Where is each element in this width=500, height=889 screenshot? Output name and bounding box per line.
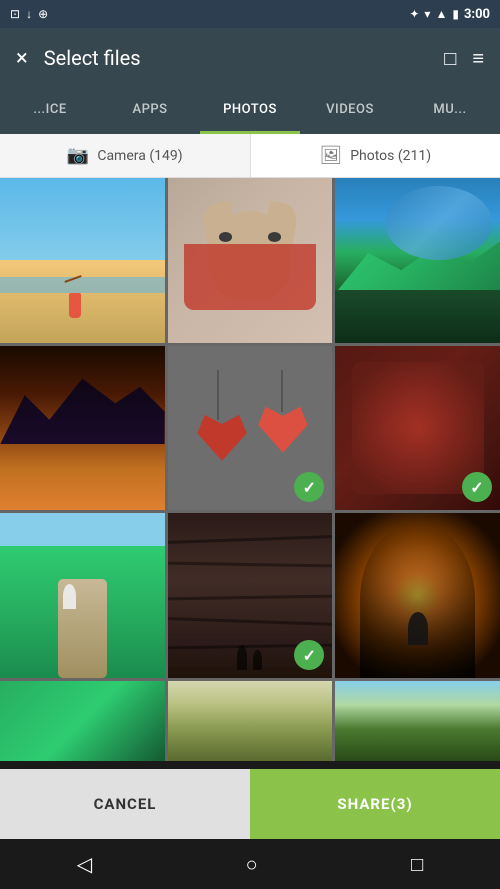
album-selector: 📷 Camera (149) 🖼 Photos (211) bbox=[0, 134, 500, 178]
photo-cell[interactable]: ✓ bbox=[168, 513, 333, 678]
photo-cell[interactable]: ✓ bbox=[168, 346, 333, 511]
cancel-button[interactable]: CANCEL bbox=[0, 769, 250, 839]
photo-mountain bbox=[335, 178, 500, 343]
header-actions: □ ≡ bbox=[444, 46, 484, 71]
photo-cell[interactable]: ✓ bbox=[335, 346, 500, 511]
photo-row bbox=[0, 178, 500, 343]
camera-icon: 📷 bbox=[67, 145, 89, 166]
sort-button[interactable]: ≡ bbox=[472, 46, 484, 71]
status-bar-right: ✦ ▾ ▲ ▮ 3:00 bbox=[409, 7, 490, 22]
photo-heart: ✓ bbox=[168, 346, 333, 511]
status-bar-left: ⊡ ↓ ⊕ bbox=[10, 7, 48, 21]
tab-videos[interactable]: VIDEOS bbox=[300, 88, 400, 134]
photo-cat bbox=[168, 178, 333, 343]
wifi-icon: ▾ bbox=[424, 7, 430, 21]
photo-forest bbox=[168, 681, 333, 761]
photo-green bbox=[0, 681, 165, 761]
recents-button[interactable]: □ bbox=[411, 852, 423, 877]
header: × Select files □ ≡ bbox=[0, 28, 500, 88]
tab-photos[interactable]: PHOTOS bbox=[200, 88, 300, 134]
back-button[interactable]: ◁ bbox=[77, 852, 92, 876]
photo-row: ✓ ✓ bbox=[0, 346, 500, 511]
select-all-button[interactable]: □ bbox=[444, 46, 456, 71]
tab-device[interactable]: ...ICE bbox=[0, 88, 100, 134]
photo-beach bbox=[0, 178, 165, 343]
photo-cell[interactable] bbox=[335, 513, 500, 678]
navigation-bar: ◁ ○ □ bbox=[0, 839, 500, 889]
status-time: 3:00 bbox=[464, 7, 490, 22]
photos-album-button[interactable]: 🖼 Photos (211) bbox=[251, 134, 500, 177]
photo-cell[interactable] bbox=[168, 178, 333, 343]
tab-bar: ...ICE APPS PHOTOS VIDEOS MU... bbox=[0, 88, 500, 134]
camera-album-label: Camera (149) bbox=[97, 148, 182, 164]
photo-row bbox=[0, 681, 500, 761]
close-button[interactable]: × bbox=[16, 46, 28, 71]
home-button[interactable]: ○ bbox=[246, 852, 258, 877]
android-icon: ⊕ bbox=[38, 7, 48, 21]
photo-cell[interactable] bbox=[335, 681, 500, 761]
photo-cell[interactable] bbox=[0, 681, 165, 761]
status-bar: ⊡ ↓ ⊕ ✦ ▾ ▲ ▮ 3:00 bbox=[0, 0, 500, 28]
page-title: Select files bbox=[44, 46, 428, 70]
photo-grid: ✓ ✓ bbox=[0, 178, 500, 761]
photo-cell[interactable] bbox=[335, 178, 500, 343]
signal-icon: ▲ bbox=[435, 7, 447, 21]
tab-music[interactable]: MU... bbox=[400, 88, 500, 134]
battery-icon: ▮ bbox=[452, 7, 459, 21]
download-icon: ↓ bbox=[26, 7, 32, 21]
photo-floral: ✓ bbox=[335, 346, 500, 511]
photo-cell[interactable] bbox=[0, 513, 165, 678]
photo-desert bbox=[0, 346, 165, 511]
bluetooth-icon: ✦ bbox=[409, 7, 419, 21]
tab-apps[interactable]: APPS bbox=[100, 88, 200, 134]
photo-wood: ✓ bbox=[168, 513, 333, 678]
photo-cell[interactable] bbox=[168, 681, 333, 761]
photo-cell[interactable] bbox=[0, 178, 165, 343]
share-button[interactable]: SHARE(3) bbox=[250, 769, 500, 839]
photo-path bbox=[0, 513, 165, 678]
photo-cell[interactable] bbox=[0, 346, 165, 511]
photos-icon: 🖼 bbox=[319, 145, 342, 166]
camera-album-button[interactable]: 📷 Camera (149) bbox=[0, 134, 251, 177]
photo-row: ✓ bbox=[0, 513, 500, 678]
photo-trees bbox=[335, 681, 500, 761]
cast-icon: ⊡ bbox=[10, 7, 20, 21]
bottom-action-bar: CANCEL SHARE(3) bbox=[0, 769, 500, 839]
photos-album-label: Photos (211) bbox=[350, 148, 431, 164]
photo-tunnel bbox=[335, 513, 500, 678]
